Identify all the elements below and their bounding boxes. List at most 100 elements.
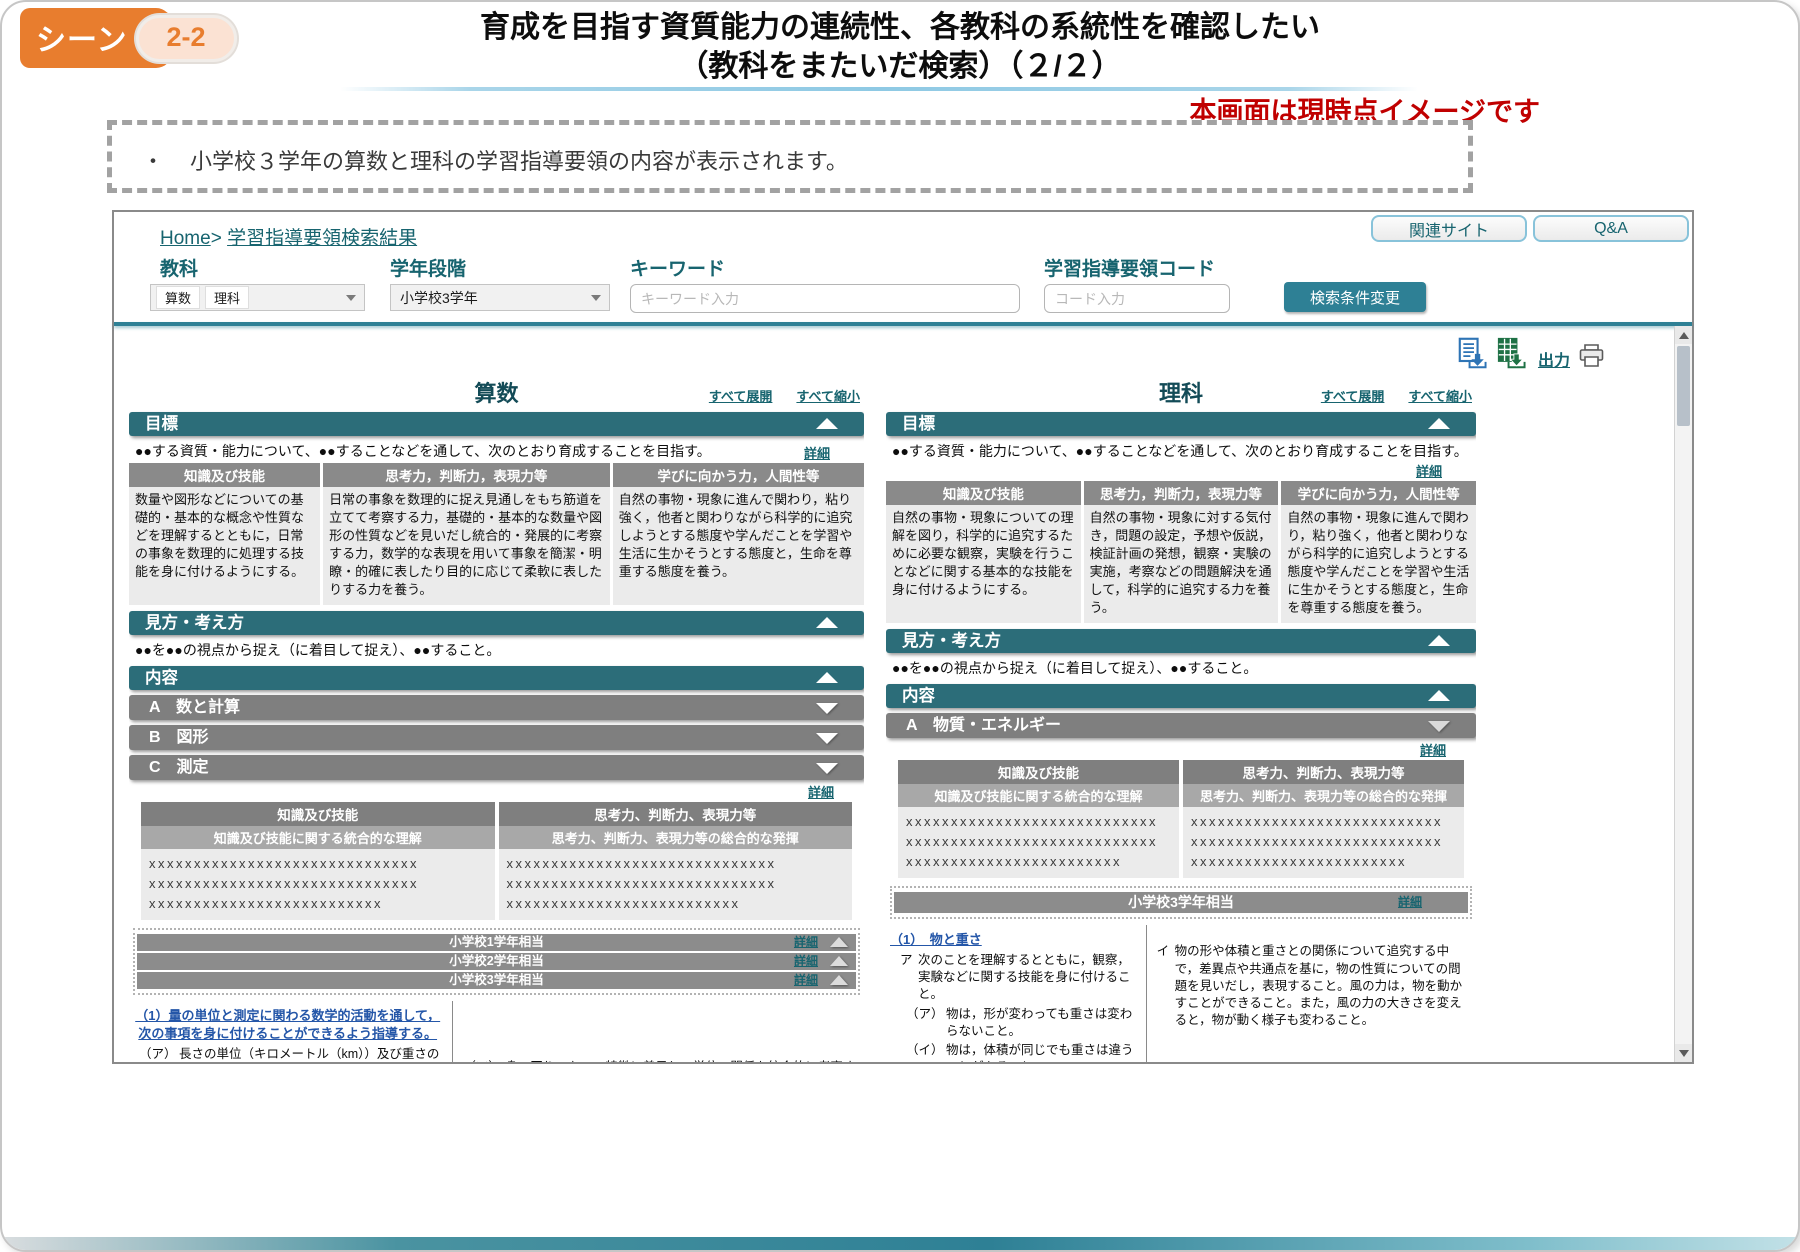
ability-column-header: 思考力、判断力、表現力等 [1183, 760, 1464, 784]
competency-header: 知識及び技能 [886, 481, 1081, 505]
grade-bars-group-math: 小学校1学年相当詳細小学校2学年相当詳細小学校3学年相当詳細 [133, 928, 860, 995]
goal-intro-text-science: ●●する資質・能力について、●●することなどを通して、次のとおり育成することを目… [892, 441, 1474, 461]
content-section-bar-math[interactable]: 内容 [129, 666, 864, 690]
content-section-bar-science[interactable]: 内容 [886, 684, 1476, 708]
detail-right-marker: （ア） [463, 1059, 505, 1062]
expand-chevron-down-icon [816, 763, 838, 774]
breadcrumb-home-link[interactable]: Home [160, 228, 211, 249]
related-sites-button[interactable]: 関連サイト [1371, 215, 1527, 242]
ability-column-0: 知識及び技能知識及び技能に関する統合的な理解xxxxxxxxxxxxxxxxxx… [141, 802, 495, 920]
detail-item-text: 物は，体積が同じでも重さは違うことがあること。 [946, 1042, 1138, 1062]
content-area-bar-science-0[interactable]: A 物質・エネルギー [886, 713, 1476, 738]
expand-collapse-links-math: すべて展開 すべて縮小 [709, 386, 860, 405]
competency-cell-science-0: 知識及び技能自然の事物・現象についての理解を図り，科学的に追究するために必要な観… [886, 481, 1081, 623]
subject-select[interactable]: 算数 理科 [150, 284, 365, 311]
grade-detail-link[interactable]: 詳細 [1398, 892, 1422, 913]
code-input[interactable]: コード入力 [1044, 284, 1230, 313]
change-search-conditions-button[interactable]: 検索条件変更 [1284, 282, 1426, 312]
grade-bar-math-1[interactable]: 小学校1学年相当 詳細 [137, 934, 856, 951]
breadcrumb: Home> 学習指導要領検索結果 [160, 223, 417, 250]
content-detail-row-math: 詳細 [129, 782, 864, 799]
grade-bar-label: 小学校1学年相当 [449, 935, 543, 949]
competency-text: 日常の事象を数理的に捉え見通しをもち筋道を立てて考察する力，基礎的・基本的な数量… [323, 487, 610, 605]
content-area-bar-math-2[interactable]: C 測定 [129, 755, 864, 780]
detail-item: （ア）物は，形が変わっても重さは変わらないこと。 [888, 1006, 1138, 1041]
content-area-bar-math-1[interactable]: B 図形 [129, 725, 864, 750]
viewpoint-section-bar-math[interactable]: 見方・考え方 [129, 611, 864, 635]
keyword-input[interactable]: キーワード入力 [630, 284, 1020, 313]
competency-header: 学びに向かう力，人間性等 [613, 463, 864, 487]
print-icon[interactable] [1579, 344, 1604, 372]
competency-table-science: 知識及び技能自然の事物・現象についての理解を図り，科学的に追究するために必要な観… [886, 481, 1476, 623]
expand-all-link-math[interactable]: すべて展開 [709, 386, 773, 405]
detail-right-cell: イ物の形や体積と重さとの関係について追究する中で，差異点や共通点を基に，物の性質… [1146, 925, 1476, 1062]
grade-bar-math-2[interactable]: 小学校2学年相当詳細 [137, 953, 856, 970]
collapse-all-link-science[interactable]: すべて縮小 [1408, 386, 1472, 405]
detail-left-cell: （1） 物と重さア次のことを理解するとともに，観察，実験などに関する技能を身に付… [886, 925, 1146, 1062]
content-detail-row-science: 詳細 [886, 740, 1476, 757]
competency-cell-math-1: 思考力，判断力，表現力等日常の事象を数理的に捉え見通しをもち筋道を立てて考察する… [323, 463, 610, 605]
collapse-all-link-math[interactable]: すべて縮小 [796, 386, 860, 405]
search-form: 教科 学年段階 キーワード 学習指導要領コード 算数 理科 小学校3学年 キーワ… [114, 254, 1692, 320]
detail-heading-link[interactable]: （1）量の単位と測定に関わる数学的活動を通して，次の事項を身に付けることができる… [131, 1007, 444, 1042]
grade-detail-link[interactable]: 詳細 [794, 972, 818, 989]
ability-placeholder-row: xxxxxxxxxxxxxxxxxxxxxxxxxxxxxx [507, 874, 845, 894]
top-buttons: 関連サイト Q&A [1371, 215, 1689, 242]
column-math: 算数すべて展開すべて縮小目標●●する資質・能力について、●●することなどを通して… [129, 376, 864, 1062]
goal-section-bar-math-label: 目標 [145, 415, 178, 433]
ability-column-body: xxxxxxxxxxxxxxxxxxxxxxxxxxxxxxxxxxxxxxxx… [499, 849, 853, 920]
goal-intro-science: ●●する資質・能力について、●●することなどを通して、次のとおり育成することを目… [892, 441, 1474, 478]
column-header-science: 理科すべて展開すべて縮小 [886, 376, 1476, 406]
bullet-point: ・ [142, 149, 164, 174]
viewpoint-section-bar-science[interactable]: 見方・考え方 [886, 629, 1476, 653]
scrollbar-thumb[interactable] [1677, 346, 1690, 426]
detail-item-text: 物は，形が変わっても重さは変わらないこと。 [946, 1006, 1138, 1041]
viewpoint-section-bar-science-label: 見方・考え方 [902, 632, 1001, 650]
detail-heading-link[interactable]: （1） 物と重さ [888, 931, 1138, 949]
vertical-scrollbar[interactable] [1674, 326, 1692, 1062]
qa-button[interactable]: Q&A [1533, 215, 1689, 242]
spreadsheet-download-icon[interactable] [1497, 336, 1529, 375]
goal-detail-link-science[interactable]: 詳細 [1416, 464, 1442, 479]
grade-detail-link[interactable]: 詳細 [794, 953, 818, 970]
content-area-bar-label: B 図形 [149, 729, 209, 746]
output-link[interactable]: 出力 [1538, 347, 1570, 371]
document-download-icon[interactable] [1458, 336, 1490, 375]
grade-bar-math-3[interactable]: 小学校3学年相当詳細 [137, 972, 856, 989]
goal-detail-link-math[interactable]: 詳細 [804, 446, 830, 461]
scene-number-pill: 2-2 [136, 15, 237, 62]
content-detail-link-science[interactable]: 詳細 [1420, 743, 1446, 758]
goal-intro-math: ●●する資質・能力について、●●することなどを通して、次のとおり育成することを目… [135, 441, 862, 460]
expand-all-link-science[interactable]: すべて展開 [1321, 386, 1385, 405]
ability-placeholder-row: xxxxxxxxxxxxxxxxxxxxxxxx [1191, 852, 1456, 872]
collapse-chevron-up-icon [1428, 418, 1450, 429]
ability-placeholder-row: xxxxxxxxxxxxxxxxxxxxxxxxxxxx [1191, 832, 1456, 852]
ability-placeholder-row: xxxxxxxxxxxxxxxxxxxxxxxxxxxxxx [149, 854, 487, 874]
competency-text: 自然の事物・現象に進んで関わり，粘り強く，他者と関わりながら科学的に追究しようと… [613, 487, 864, 605]
ability-placeholder-row: xxxxxxxxxxxxxxxxxxxxxxxxxxxxxx [507, 854, 845, 874]
content-area-bar-label: C 測定 [149, 759, 209, 776]
grade-bar-science-1[interactable]: 小学校3学年相当詳細 [894, 892, 1468, 913]
goal-section-bar-science[interactable]: 目標 [886, 412, 1476, 436]
breadcrumb-current-link[interactable]: 学習指導要領検索結果 [227, 228, 417, 249]
competency-cell-science-2: 学びに向かう力，人間性等自然の事物・現象に進んで関わり，粘り強く，他者と関わりな… [1281, 481, 1476, 623]
goal-section-bar-math[interactable]: 目標 [129, 412, 864, 436]
chevron-down-icon [346, 295, 356, 301]
content-area-bar-label: A 数と計算 [149, 699, 240, 716]
ability-placeholder-row: xxxxxxxxxxxxxxxxxxxxxxxxxxxx [1191, 812, 1456, 832]
grade-detail-link[interactable]: 詳細 [794, 934, 818, 951]
content-area-bar-math-0[interactable]: A 数と計算 [129, 695, 864, 720]
scroll-up-arrow[interactable] [1675, 326, 1692, 344]
ability-placeholder-row: xxxxxxxxxxxxxxxxxxxxxxxxxxxxxx [149, 874, 487, 894]
grade-select[interactable]: 小学校3学年 [390, 284, 610, 311]
content-area-bar-label: A 物質・エネルギー [906, 717, 1061, 734]
ability-table-math: 知識及び技能知識及び技能に関する統合的な理解xxxxxxxxxxxxxxxxxx… [141, 802, 852, 920]
detail-item-marker: （ア） [906, 1006, 946, 1041]
collapse-chevron-up-icon [830, 937, 848, 947]
content-detail-link-math[interactable]: 詳細 [808, 785, 834, 800]
ability-column-0: 知識及び技能知識及び技能に関する統合的な理解xxxxxxxxxxxxxxxxxx… [898, 760, 1179, 878]
scroll-down-arrow[interactable] [1675, 1044, 1692, 1062]
collapse-chevron-up-icon [816, 617, 838, 628]
column-science: 理科すべて展開すべて縮小目標●●する資質・能力について、●●することなどを通して… [886, 376, 1476, 1062]
ability-column-subheader: 思考力、判断力、表現力等の総合的な発揮 [499, 826, 853, 849]
